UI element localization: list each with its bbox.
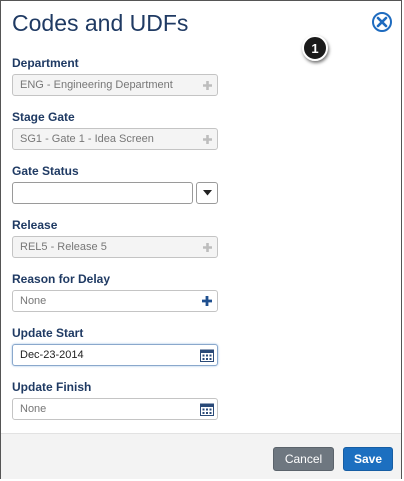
gate-status-select[interactable]: [12, 182, 193, 204]
gate-status-dropdown-button[interactable]: [196, 182, 218, 204]
calendar-icon[interactable]: [199, 401, 215, 417]
codes-udfs-dialog: Codes and UDFs 1 Department ENG - Engine…: [0, 0, 402, 479]
stage-gate-label: Stage Gate: [12, 110, 75, 124]
save-button[interactable]: Save: [343, 447, 393, 471]
release-field: REL5 - Release 5: [12, 236, 218, 258]
reason-for-delay-label: Reason for Delay: [12, 272, 111, 286]
update-start-value: Dec-23-2014: [20, 349, 84, 361]
plus-icon: [199, 239, 215, 255]
stage-gate-field: SG1 - Gate 1 - Idea Screen: [12, 128, 218, 150]
chevron-down-icon: [202, 190, 212, 196]
update-start-field[interactable]: Dec-23-2014: [12, 344, 218, 366]
department-label: Department: [12, 56, 79, 70]
reason-for-delay-field[interactable]: None: [12, 290, 218, 312]
cancel-button[interactable]: Cancel: [273, 447, 334, 471]
plus-icon[interactable]: [199, 293, 215, 309]
stage-gate-value: SG1 - Gate 1 - Idea Screen: [20, 133, 154, 145]
department-field: ENG - Engineering Department: [12, 74, 218, 96]
calendar-icon[interactable]: [199, 347, 215, 363]
close-icon[interactable]: [372, 12, 392, 32]
callout-badge: 1: [302, 35, 328, 61]
plus-icon: [199, 131, 215, 147]
release-label: Release: [12, 218, 58, 232]
update-finish-label: Update Finish: [12, 380, 92, 394]
plus-icon: [199, 77, 215, 93]
update-finish-placeholder: None: [20, 403, 47, 415]
release-value: REL5 - Release 5: [20, 241, 107, 253]
update-finish-field[interactable]: None: [12, 398, 218, 420]
department-value: ENG - Engineering Department: [20, 79, 173, 91]
dialog-title: Codes and UDFs: [12, 10, 189, 36]
dialog-footer: Cancel Save: [1, 433, 401, 479]
gate-status-label: Gate Status: [12, 164, 79, 178]
reason-for-delay-placeholder: None: [20, 295, 47, 307]
update-start-label: Update Start: [12, 326, 84, 340]
